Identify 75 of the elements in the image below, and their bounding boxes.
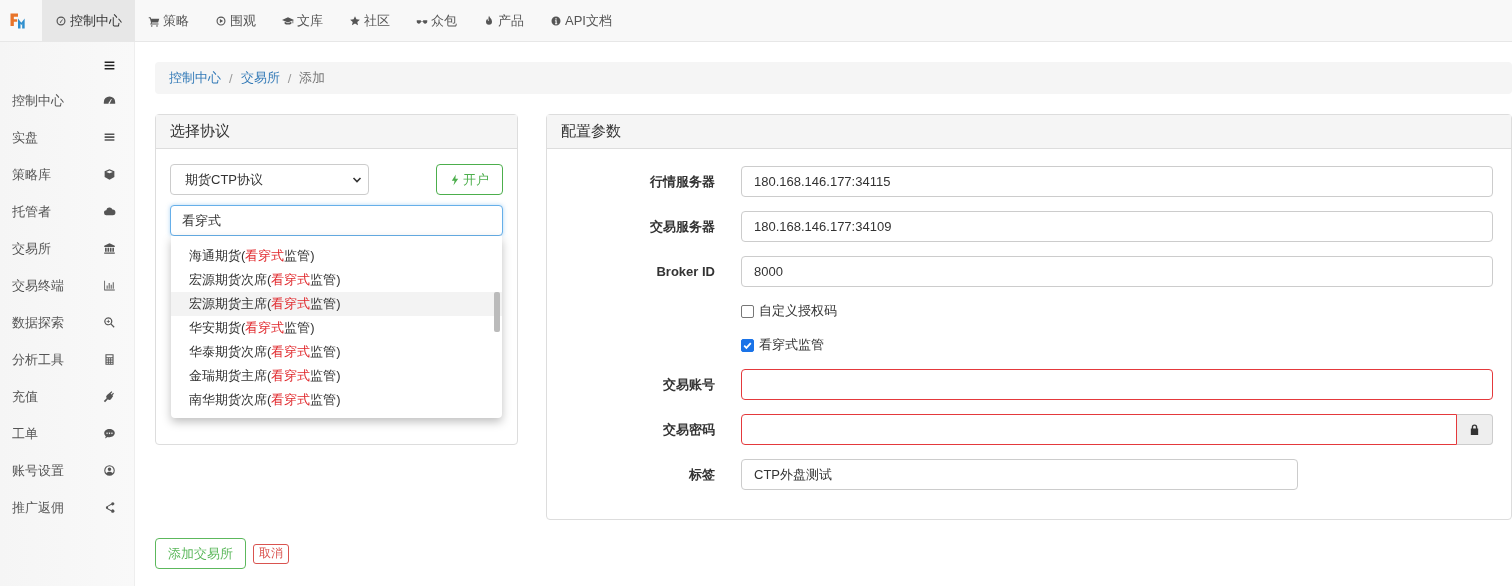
cube-icon (103, 168, 116, 181)
field-label: 交易账号 (662, 375, 716, 394)
field-label: 标签 (688, 465, 716, 484)
sidebar-item[interactable]: 托管者 (0, 193, 134, 230)
gauge-icon (103, 94, 116, 107)
input-field[interactable]: 180.168.146.177:34115 (741, 166, 1493, 197)
lightning-icon (450, 173, 459, 186)
calculator-icon (103, 353, 116, 366)
dropdown-option[interactable]: 南华期货次席(看穿式监管) (171, 388, 502, 412)
breadcrumb-link[interactable]: 控制中心 (169, 69, 221, 87)
dropdown-option[interactable]: 宏源期货次席(看穿式监管) (171, 268, 502, 292)
field-label: 行情服务器 (649, 172, 716, 191)
sidebar-item[interactable]: 账号设置 (0, 452, 134, 489)
sidebar-item[interactable]: 策略库 (0, 156, 134, 193)
input-field[interactable] (741, 414, 1457, 445)
info-icon (550, 14, 562, 27)
bar-chart-icon (103, 279, 116, 292)
lock-icon (1469, 423, 1480, 436)
protocol-select[interactable]: 期货CTP协议 (170, 164, 369, 195)
nav-tab[interactable]: 众包 (403, 0, 470, 41)
nav-tab[interactable]: 策略 (135, 0, 202, 41)
nav-tab[interactable]: 控制中心 (42, 0, 135, 41)
sidebar-item[interactable]: 交易终端 (0, 267, 134, 304)
share-icon (103, 501, 116, 514)
checkbox[interactable] (741, 304, 754, 318)
nav-tab[interactable]: API文档 (537, 0, 625, 41)
input-field[interactable]: 180.168.146.177:34109 (741, 211, 1493, 242)
current-page-label: 添加 (299, 69, 326, 87)
search-field[interactable]: 看穿式 (170, 205, 503, 236)
sidebar-item[interactable]: 充值 (0, 378, 134, 415)
dropdown-option[interactable]: 海通期货(看穿式监管) (171, 244, 502, 268)
chat-icon (103, 427, 116, 440)
lock-button[interactable] (1457, 414, 1493, 445)
plug-icon (103, 390, 116, 403)
sidebar-item[interactable]: 分析工具 (0, 341, 134, 378)
sidebar-item[interactable]: 工单 (0, 415, 134, 452)
list-icon (103, 131, 116, 144)
field-label: Broker ID (655, 264, 716, 279)
breadcrumb-separator: / (229, 70, 233, 86)
star-icon (349, 14, 361, 27)
field-label: 交易服务器 (649, 217, 716, 236)
scrollbar-thumb[interactable] (494, 292, 500, 332)
panel-title: 选择协议 (170, 122, 230, 141)
cloud-icon (103, 205, 116, 218)
input-field[interactable]: CTP外盘测试 (741, 459, 1298, 490)
cancel-button[interactable]: 取消 (253, 543, 289, 564)
sidebar-item[interactable]: 推广返佣 (0, 489, 134, 526)
gauge-icon (55, 14, 67, 27)
dropdown-option[interactable]: 宏源期货主席(看穿式监管) (171, 292, 502, 316)
sidebar-item[interactable]: 控制中心 (0, 82, 134, 119)
flame-icon (483, 14, 495, 27)
nav-tab[interactable]: 产品 (470, 0, 537, 41)
sidebar-item[interactable]: 实盘 (0, 119, 134, 156)
checkbox[interactable] (741, 338, 754, 352)
breadcrumb-separator: / (287, 70, 292, 86)
cart-icon (148, 14, 160, 27)
sidebar-item[interactable]: 交易所 (0, 230, 134, 267)
field-label: 交易密码 (662, 420, 716, 439)
checkbox-label: 看穿式监管 (759, 336, 824, 354)
nav-tab[interactable]: 文库 (269, 0, 336, 41)
sidebar-item[interactable]: 数据探索 (0, 304, 134, 341)
checkbox-label: 自定义授权码 (759, 302, 837, 320)
bank-icon (103, 242, 116, 255)
dropdown-option[interactable]: 华安期货(看穿式监管) (171, 316, 502, 340)
zoom-in-icon (103, 316, 116, 329)
menu-icon[interactable] (103, 59, 116, 72)
nav-tab[interactable]: 围观 (202, 0, 269, 41)
dropdown-option[interactable]: 金瑞期货主席(看穿式监管) (171, 364, 502, 388)
input-field[interactable]: 8000 (741, 256, 1493, 287)
graduation-cap-icon (282, 14, 294, 27)
panel-title: 配置参数 (561, 122, 621, 141)
dropdown-option[interactable]: 华泰期货次席(看穿式监管) (171, 340, 502, 364)
input-field[interactable] (741, 369, 1493, 400)
nav-tab[interactable]: 社区 (336, 0, 403, 41)
breadcrumb-link[interactable]: 交易所 (240, 69, 280, 87)
